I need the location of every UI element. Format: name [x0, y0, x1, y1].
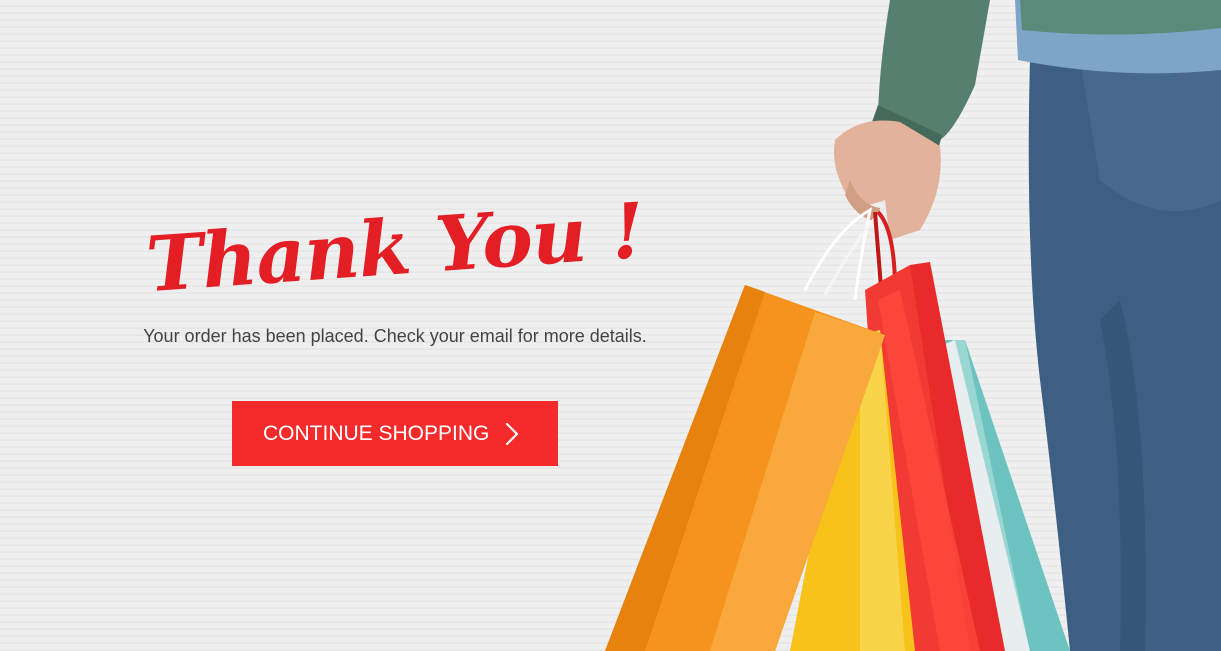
thank-you-content: Thank You ! Your order has been placed. … [100, 186, 690, 466]
thank-you-heading: Thank You ! [143, 185, 647, 310]
continue-shopping-label: CONTINUE SHOPPING [263, 421, 490, 445]
chevron-right-icon [505, 422, 519, 446]
thank-you-page: Thank You ! Your order has been placed. … [0, 0, 1221, 651]
order-confirmation-message: Your order has been placed. Check your e… [143, 326, 647, 346]
continue-shopping-button[interactable]: CONTINUE SHOPPING [232, 401, 558, 466]
